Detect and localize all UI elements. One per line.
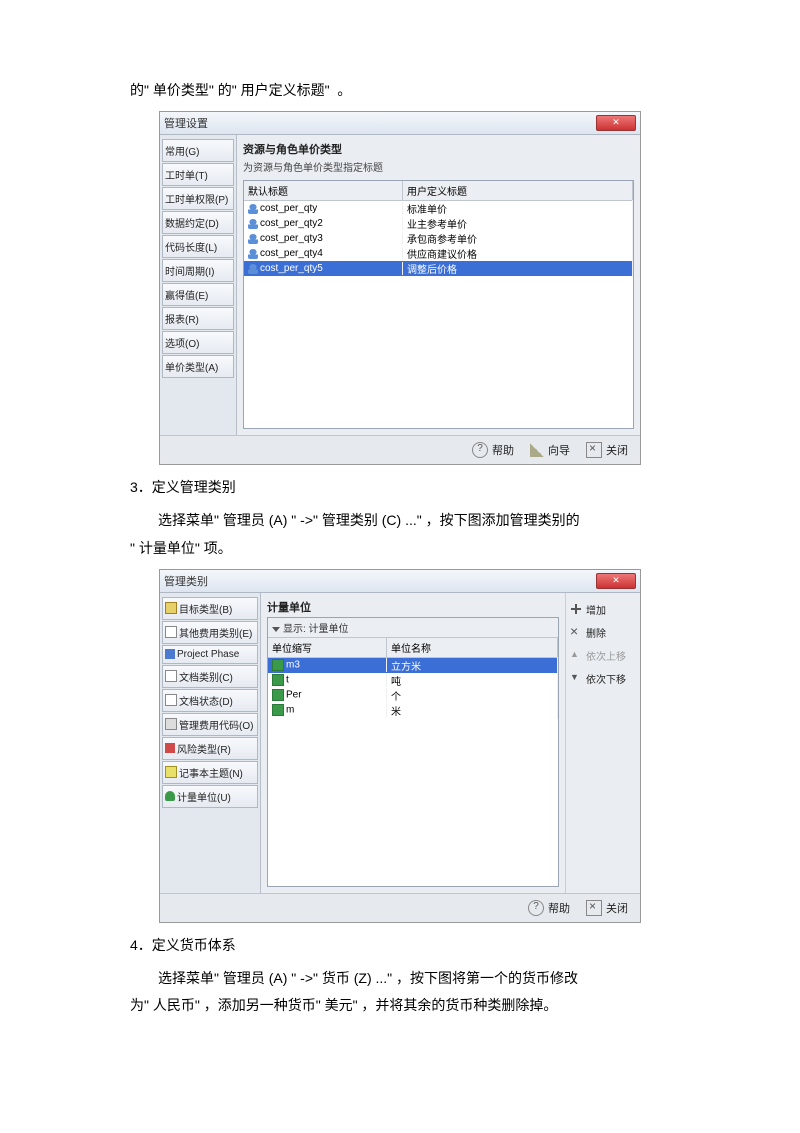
unit-grid: 显示: 计量单位 单位缩写 单位名称 m3立方米 t吨 Per个 m米 [267, 617, 559, 887]
sidebar-item[interactable]: 时间周期(I) [162, 259, 234, 282]
display-filter[interactable]: 显示: 计量单位 [268, 618, 558, 638]
dialog-title: 管理类别 [164, 573, 596, 589]
section-4-heading: 4．定义货币体系 [130, 933, 670, 958]
sidebar-item[interactable]: 数据约定(D) [162, 211, 234, 234]
table-row[interactable]: m米 [268, 703, 558, 718]
table-row[interactable]: cost_per_qty2业主参考单价 [244, 216, 633, 231]
person-icon [248, 219, 258, 229]
sidebar-item[interactable]: 代码长度(L) [162, 235, 234, 258]
col-user-title[interactable]: 用户定义标题 [403, 181, 633, 200]
up-icon [570, 649, 582, 661]
section-3-body: 选择菜单" 管理员 (A) " ->" 管理类别 (C) ..." ，按下图添加… [130, 508, 670, 533]
note-icon [165, 766, 177, 778]
sidebar-item-admin-cost[interactable]: 管理费用代码(O) [162, 713, 258, 736]
table-row-selected[interactable]: cost_per_qty5调整后价格 [244, 261, 633, 276]
help-icon: ? [472, 442, 488, 458]
sidebar-item[interactable]: 常用(G) [162, 139, 234, 162]
doc-icon [165, 670, 177, 682]
delete-button[interactable]: 删除 [568, 622, 638, 643]
help-icon: ? [528, 900, 544, 916]
person-icon [248, 249, 258, 259]
sidebar-item[interactable]: 工时单(T) [162, 163, 234, 186]
flow-icon [165, 649, 175, 659]
sidebar-item-risk-type[interactable]: 风险类型(R) [162, 737, 258, 760]
unit-icon [272, 659, 284, 671]
doc-icon [165, 626, 177, 638]
doc-icon [165, 694, 177, 706]
col-abbrev[interactable]: 单位缩写 [268, 638, 387, 657]
sidebar: 目标类型(B) 其他费用类别(E) Project Phase 文档类别(C) … [160, 593, 261, 893]
sidebar-item-other-cost[interactable]: 其他费用类别(E) [162, 621, 258, 644]
col-default-title[interactable]: 默认标题 [244, 181, 403, 200]
x-icon [570, 626, 582, 638]
section-3-heading: 3．定义管理类别 [130, 475, 670, 500]
section-4-body: 选择菜单" 管理员 (A) " ->" 货币 (Z) ..." ，按下图将第一个… [130, 966, 670, 991]
close-icon[interactable]: ✕ [596, 115, 636, 131]
sidebar: 常用(G) 工时单(T) 工时单权限(P) 数据约定(D) 代码长度(L) 时间… [160, 135, 237, 435]
table-row[interactable]: cost_per_qty4供应商建议价格 [244, 246, 633, 261]
sidebar-item-target-type[interactable]: 目标类型(B) [162, 597, 258, 620]
unit-icon [272, 704, 284, 716]
help-button[interactable]: ?帮助 [466, 440, 520, 460]
table-row[interactable]: cost_per_qty3承包商参考单价 [244, 231, 633, 246]
intro-line: 的" 单价类型" 的" 用户定义标题" 。 [130, 78, 670, 103]
sidebar-item-notebook[interactable]: 记事本主题(N) [162, 761, 258, 784]
table-row[interactable]: cost_per_qty标准单价 [244, 201, 633, 216]
unit-icon [272, 689, 284, 701]
arrow-icon [165, 743, 175, 753]
button-bar: ?帮助 向导 关闭 [160, 435, 640, 464]
sidebar-item-doc-category[interactable]: 文档类别(C) [162, 665, 258, 688]
person-icon [248, 204, 258, 214]
move-down-button[interactable]: 依次下移 [568, 668, 638, 689]
wand-icon [530, 443, 544, 457]
close-icon[interactable]: ✕ [596, 573, 636, 589]
person-icon [248, 264, 258, 274]
add-button[interactable]: 增加 [568, 599, 638, 620]
section-3-body2: " 计量单位" 项。 [130, 536, 670, 561]
pane-title: 资源与角色单价类型 [243, 141, 634, 157]
help-button[interactable]: ?帮助 [522, 898, 576, 918]
action-bar: 增加 删除 依次上移 依次下移 [565, 593, 640, 893]
plus-icon [165, 602, 177, 614]
unit-icon [272, 674, 284, 686]
sidebar-item[interactable]: 赢得值(E) [162, 283, 234, 306]
button-bar: ?帮助 关闭 [160, 893, 640, 922]
dialog-title: 管理设置 [164, 115, 596, 131]
plus-icon [570, 603, 582, 615]
sidebar-item-doc-status[interactable]: 文档状态(D) [162, 689, 258, 712]
pane-subtitle: 为资源与角色单价类型指定标题 [243, 159, 634, 174]
sidebar-item[interactable]: 工时单权限(P) [162, 187, 234, 210]
table-row[interactable]: Per个 [268, 688, 558, 703]
triangle-down-icon [272, 627, 280, 632]
wizard-button[interactable]: 向导 [524, 440, 576, 460]
close-button[interactable]: 关闭 [580, 898, 634, 918]
section-4-body2: 为" 人民币" ，添加另一种货币" 美元" ，并将其余的货币种类删除掉。 [130, 993, 670, 1018]
pane-title: 计量单位 [267, 599, 559, 615]
table-row[interactable]: t吨 [268, 673, 558, 688]
move-up-button: 依次上移 [568, 645, 638, 666]
sidebar-item-project-phase[interactable]: Project Phase [162, 645, 258, 664]
door-icon [586, 442, 602, 458]
sidebar-item[interactable]: 单价类型(A) [162, 355, 234, 378]
down-icon [570, 672, 582, 684]
titlebar: 管理类别 ✕ [160, 570, 640, 593]
person-icon [248, 234, 258, 244]
sidebar-item[interactable]: 选项(O) [162, 331, 234, 354]
table-row-selected[interactable]: m3立方米 [268, 658, 558, 673]
cylinder-icon [165, 791, 175, 801]
col-name[interactable]: 单位名称 [387, 638, 558, 657]
card-icon [165, 718, 177, 730]
sidebar-item[interactable]: 报表(R) [162, 307, 234, 330]
titlebar: 管理设置 ✕ [160, 112, 640, 135]
sidebar-item-measure-unit[interactable]: 计量单位(U) [162, 785, 258, 808]
admin-settings-dialog: 管理设置 ✕ 常用(G) 工时单(T) 工时单权限(P) 数据约定(D) 代码长… [159, 111, 641, 465]
admin-category-dialog: 管理类别 ✕ 目标类型(B) 其他费用类别(E) Project Phase 文… [159, 569, 641, 923]
close-button[interactable]: 关闭 [580, 440, 634, 460]
door-icon [586, 900, 602, 916]
price-type-grid: 默认标题 用户定义标题 cost_per_qty标准单价 cost_per_qt… [243, 180, 634, 429]
